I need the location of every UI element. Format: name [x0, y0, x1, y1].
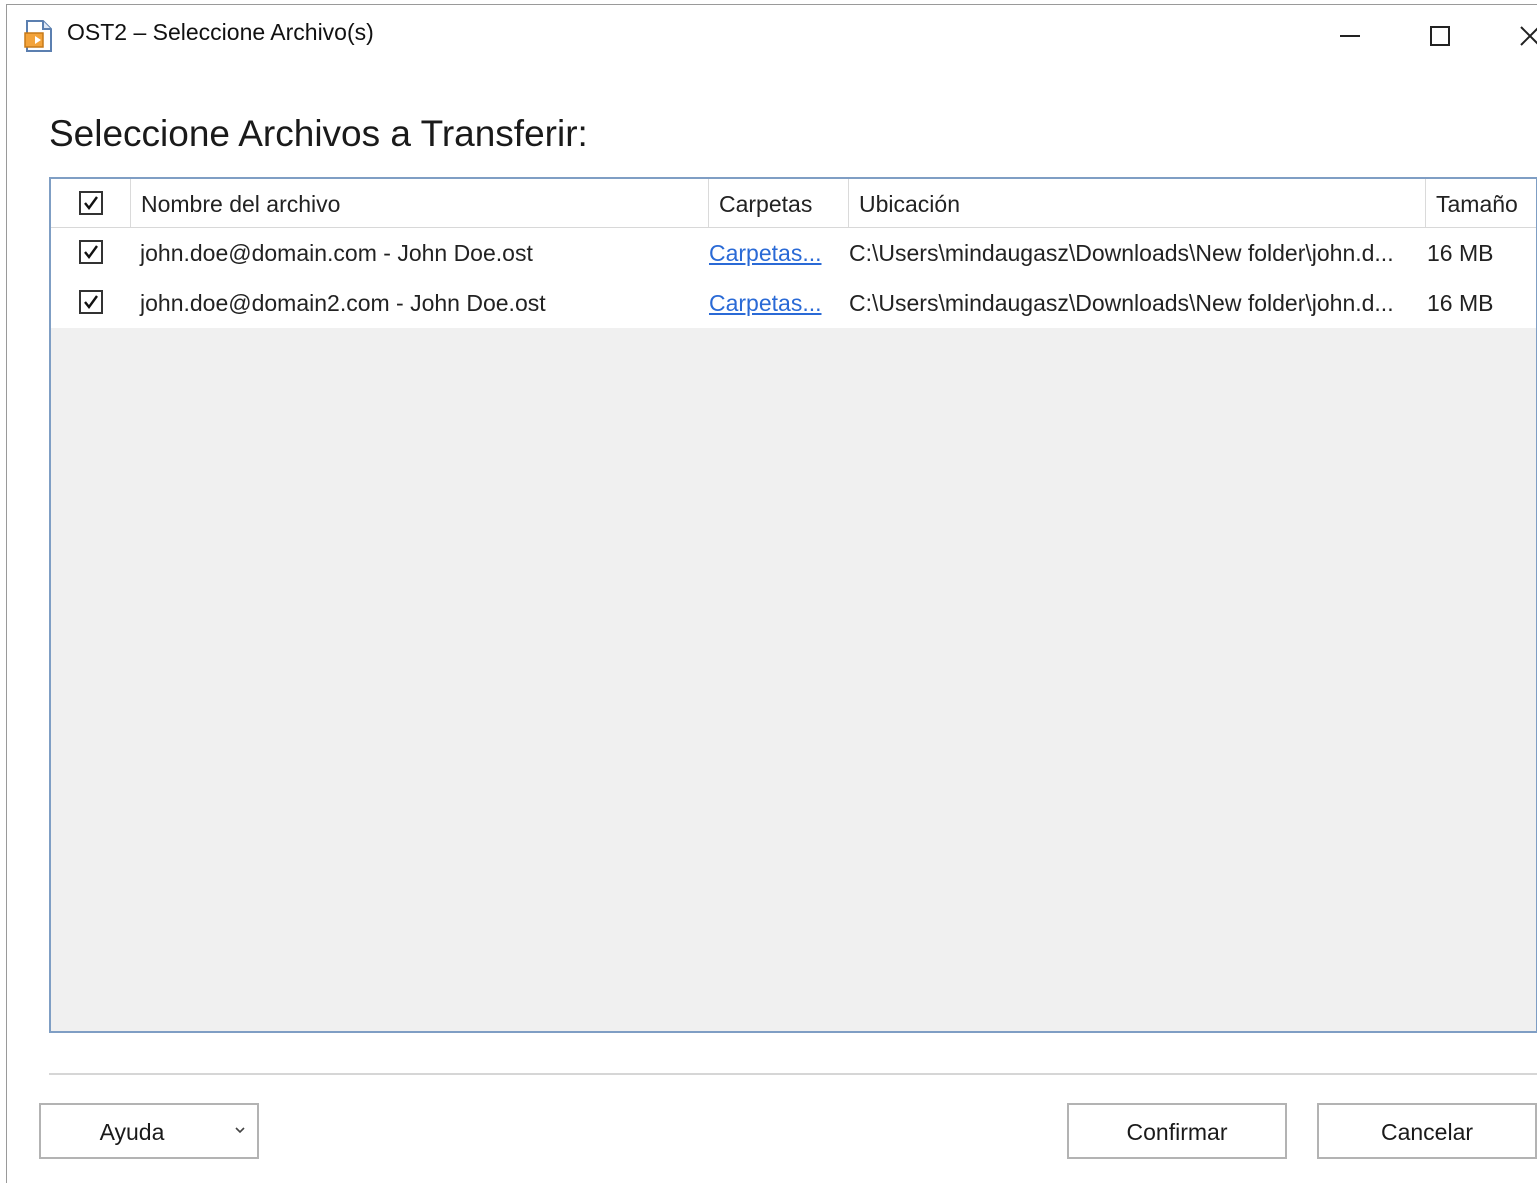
- size-cell: 16 MB: [1427, 290, 1494, 316]
- title-bar[interactable]: OST2 – Seleccione Archivo(s): [7, 5, 1537, 67]
- row-select-cell: [51, 278, 131, 328]
- row-checkbox[interactable]: [79, 240, 103, 264]
- folders-cell: Carpetas...: [709, 228, 849, 278]
- files-table: Nombre del archivo Carpetas Ubicación Ta…: [49, 177, 1537, 1033]
- dialog-window: OST2 – Seleccione Archivo(s) Seleccione …: [6, 4, 1537, 1183]
- header-select-cell: [51, 179, 131, 227]
- table-row[interactable]: john.doe@domain.com - John Doe.ost Carpe…: [51, 228, 1536, 278]
- checkmark-icon: [84, 245, 98, 259]
- location-cell: C:\Users\mindaugasz\Downloads\New folder…: [849, 290, 1394, 316]
- checkmark-icon: [84, 295, 98, 309]
- folders-cell: Carpetas...: [709, 278, 849, 328]
- table-header: Nombre del archivo Carpetas Ubicación Ta…: [51, 179, 1536, 228]
- page-title: Seleccione Archivos a Transferir:: [49, 113, 588, 154]
- folders-link[interactable]: Carpetas...: [709, 290, 822, 317]
- file-name-cell: john.doe@domain2.com - John Doe.ost: [140, 290, 546, 316]
- minimize-button[interactable]: [1304, 5, 1394, 65]
- close-button[interactable]: [1484, 5, 1537, 65]
- confirm-button[interactable]: Confirmar: [1067, 1103, 1287, 1159]
- maximize-icon: [1430, 26, 1450, 46]
- table-body: john.doe@domain.com - John Doe.ost Carpe…: [51, 228, 1536, 328]
- column-header-file-name[interactable]: Nombre del archivo: [131, 179, 709, 227]
- folders-link[interactable]: Carpetas...: [709, 240, 822, 267]
- document-transfer-icon: [23, 19, 55, 53]
- size-cell: 16 MB: [1427, 240, 1494, 266]
- checkmark-icon: [84, 196, 98, 210]
- cancel-button[interactable]: Cancelar: [1317, 1103, 1537, 1159]
- minimize-icon: [1340, 35, 1360, 37]
- column-header-location[interactable]: Ubicación: [849, 179, 1426, 227]
- row-select-cell: [51, 228, 131, 278]
- column-header-size[interactable]: Tamaño: [1426, 179, 1536, 227]
- table-row[interactable]: john.doe@domain2.com - John Doe.ost Carp…: [51, 278, 1536, 328]
- select-all-checkbox[interactable]: [79, 191, 103, 215]
- window-title: OST2 – Seleccione Archivo(s): [67, 19, 374, 45]
- column-header-folders[interactable]: Carpetas: [709, 179, 849, 227]
- row-checkbox[interactable]: [79, 290, 103, 314]
- close-icon: [1520, 26, 1537, 46]
- help-dropdown-button[interactable]: Ayuda: [39, 1103, 259, 1159]
- chevron-down-icon: [235, 1127, 245, 1134]
- location-cell: C:\Users\mindaugasz\Downloads\New folder…: [849, 240, 1394, 266]
- maximize-button[interactable]: [1394, 5, 1484, 65]
- footer-divider: [49, 1073, 1537, 1075]
- file-name-cell: john.doe@domain.com - John Doe.ost: [140, 240, 533, 266]
